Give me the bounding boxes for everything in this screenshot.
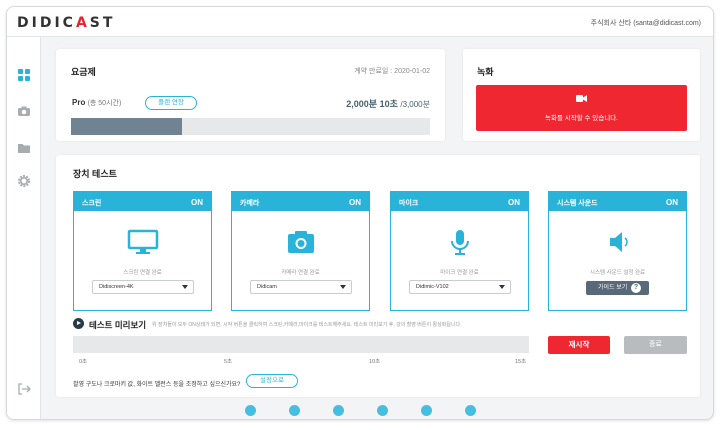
timeline-tick: 10초	[369, 359, 381, 365]
system-sound-tile-header: 시스템 사운드 ON	[549, 192, 686, 211]
page-dot[interactable]	[289, 405, 300, 416]
chevron-down-icon	[499, 285, 505, 289]
camera-tile-header: 카메라 ON	[232, 192, 369, 211]
plan-card: 요금제 계약 만료일 : 2020-01-02 Pro (총 50시간) 플랜 …	[56, 49, 445, 141]
logo-mark: A	[75, 15, 90, 31]
page-dot[interactable]	[465, 405, 476, 416]
logo-text-end: ST	[89, 15, 116, 31]
go-to-settings-button[interactable]: 설정으로	[246, 374, 298, 388]
microphone-icon	[451, 230, 469, 255]
camera-status: 카메라 연결 완료	[281, 270, 320, 276]
preview-title: 테스트 미리보기	[89, 320, 147, 330]
system-sound-tile: 시스템 사운드 ON 시스템 사운드 설정 완료 가이드 보기?	[548, 191, 687, 311]
microphone-selected-value: Didimic-V102	[416, 284, 449, 290]
contract-end-date: 계약 만료일 : 2020-01-02	[354, 68, 430, 75]
camera-icon[interactable]	[17, 104, 31, 118]
folder-icon[interactable]	[17, 141, 31, 155]
camera-selected-value: Didicam	[257, 284, 277, 290]
microphone-select[interactable]: Didimic-V102	[409, 280, 511, 294]
account-info[interactable]: 주식회사 산타 (santa@didicast.com)	[591, 18, 701, 28]
gear-icon[interactable]	[17, 174, 31, 188]
page-dot[interactable]	[333, 405, 344, 416]
screen-select[interactable]: Didiscreen-4K	[92, 280, 194, 294]
start-recording-button[interactable]: 녹화를 시작할 수 있습니다.	[476, 85, 687, 131]
plan-name-text: Pro	[72, 98, 86, 107]
top-bar: DIDICAST 주식회사 산타 (santa@didicast.com)	[7, 7, 713, 37]
help-icon: ?	[631, 283, 641, 293]
plan-title: 요금제	[71, 67, 96, 77]
timeline-tick: 5초	[224, 359, 233, 365]
screen-selected-value: Didiscreen-4K	[99, 284, 134, 290]
guide-button-label: 가이드 보기	[598, 285, 628, 291]
main-content: 요금제 계약 만료일 : 2020-01-02 Pro (총 50시간) 플랜 …	[41, 37, 713, 419]
plan-usage: 2,000분 10초 /3,000분	[346, 97, 430, 110]
logo[interactable]: DIDICAST	[17, 15, 115, 31]
chevron-down-icon	[340, 285, 346, 289]
usage-progress-bar	[71, 118, 430, 135]
logo-text: DIDIC	[17, 15, 76, 31]
record-title: 녹화	[477, 67, 494, 77]
plan-name: Pro (총 50시간)	[72, 98, 121, 108]
extend-plan-button[interactable]: 플랜 연장	[145, 96, 197, 110]
page-dot[interactable]	[245, 405, 256, 416]
usage-progress-fill	[71, 118, 183, 135]
microphone-state: ON	[508, 198, 520, 207]
system-sound-state: ON	[666, 198, 678, 207]
screen-tile: 스크린 ON 스크린 연결 완료 Didiscreen-4K	[73, 191, 212, 311]
camera-state: ON	[349, 198, 361, 207]
screen-tile-header: 스크린 ON	[74, 192, 211, 211]
app-window: DIDICAST 주식회사 산타 (santa@didicast.com) 요금…	[6, 6, 714, 420]
restart-button[interactable]: 재시작	[548, 336, 610, 354]
page-dot[interactable]	[377, 405, 388, 416]
monitor-icon	[127, 229, 159, 254]
screen-tile-name: 스크린	[82, 200, 102, 207]
screen-status: 스크린 연결 완료	[123, 270, 162, 276]
timeline-tick: 0초	[79, 359, 88, 365]
video-camera-icon	[576, 95, 587, 102]
record-message: 녹화를 시작할 수 있습니다.	[544, 115, 618, 122]
system-sound-status: 시스템 사운드 설정 완료	[589, 270, 646, 276]
preview-timeline[interactable]	[73, 336, 529, 353]
microphone-tile-name: 마이크	[399, 200, 419, 207]
stop-button[interactable]: 종료	[624, 336, 687, 354]
screen-state: ON	[191, 198, 203, 207]
plan-hours: (총 50시간)	[87, 100, 122, 107]
page-dot[interactable]	[421, 405, 432, 416]
sidebar	[7, 37, 41, 419]
guide-button[interactable]: 가이드 보기?	[586, 281, 649, 295]
preview-description: 위 장치들이 모두 ON상태가 되면, 시작 버튼을 클릭하여 스크린,카메라,…	[152, 322, 462, 328]
camera-tile: 카메라 ON 카메라 연결 완료 Didicam	[231, 191, 370, 311]
record-card: 녹화 녹화를 시작할 수 있습니다.	[463, 49, 700, 141]
microphone-status: 마이크 연결 완료	[440, 270, 479, 276]
settings-note: 촬영 구도나 크로마키 값, 화이트 밸런스 등을 조정하고 싶으신가요?	[73, 382, 241, 388]
usage-total: /3,000분	[400, 100, 430, 109]
speaker-icon	[610, 232, 628, 252]
camera-tile-name: 카메라	[240, 200, 260, 207]
microphone-tile: 마이크 ON 마이크 연결 완료 Didimic-V102	[390, 191, 529, 311]
dashboard-icon[interactable]	[17, 68, 31, 82]
chevron-down-icon	[182, 285, 188, 289]
device-test-card: 장치 테스트 스크린 ON 스크린 연결 완료 Didiscreen-4K 카메…	[56, 155, 700, 397]
timeline-tick: 15초	[515, 359, 527, 365]
usage-used: 2,000분 10초	[346, 99, 398, 109]
logout-icon[interactable]	[17, 382, 31, 396]
camera-select[interactable]: Didicam	[250, 280, 352, 294]
microphone-tile-header: 마이크 ON	[391, 192, 528, 211]
device-test-title: 장치 테스트	[73, 169, 117, 179]
camera-icon	[288, 231, 314, 253]
system-sound-tile-name: 시스템 사운드	[557, 200, 598, 207]
play-icon[interactable]	[73, 318, 84, 329]
